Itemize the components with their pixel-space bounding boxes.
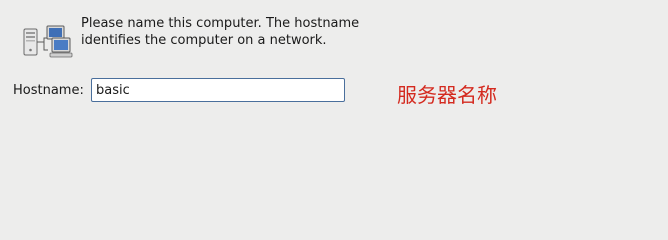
hostname-input[interactable] <box>91 78 345 102</box>
network-computers-icon <box>22 24 74 60</box>
hostname-label: Hostname: <box>13 83 84 98</box>
hostname-description: Please name this computer. The hostname … <box>81 16 360 48</box>
annotation-label: 服务器名称 <box>397 83 497 107</box>
